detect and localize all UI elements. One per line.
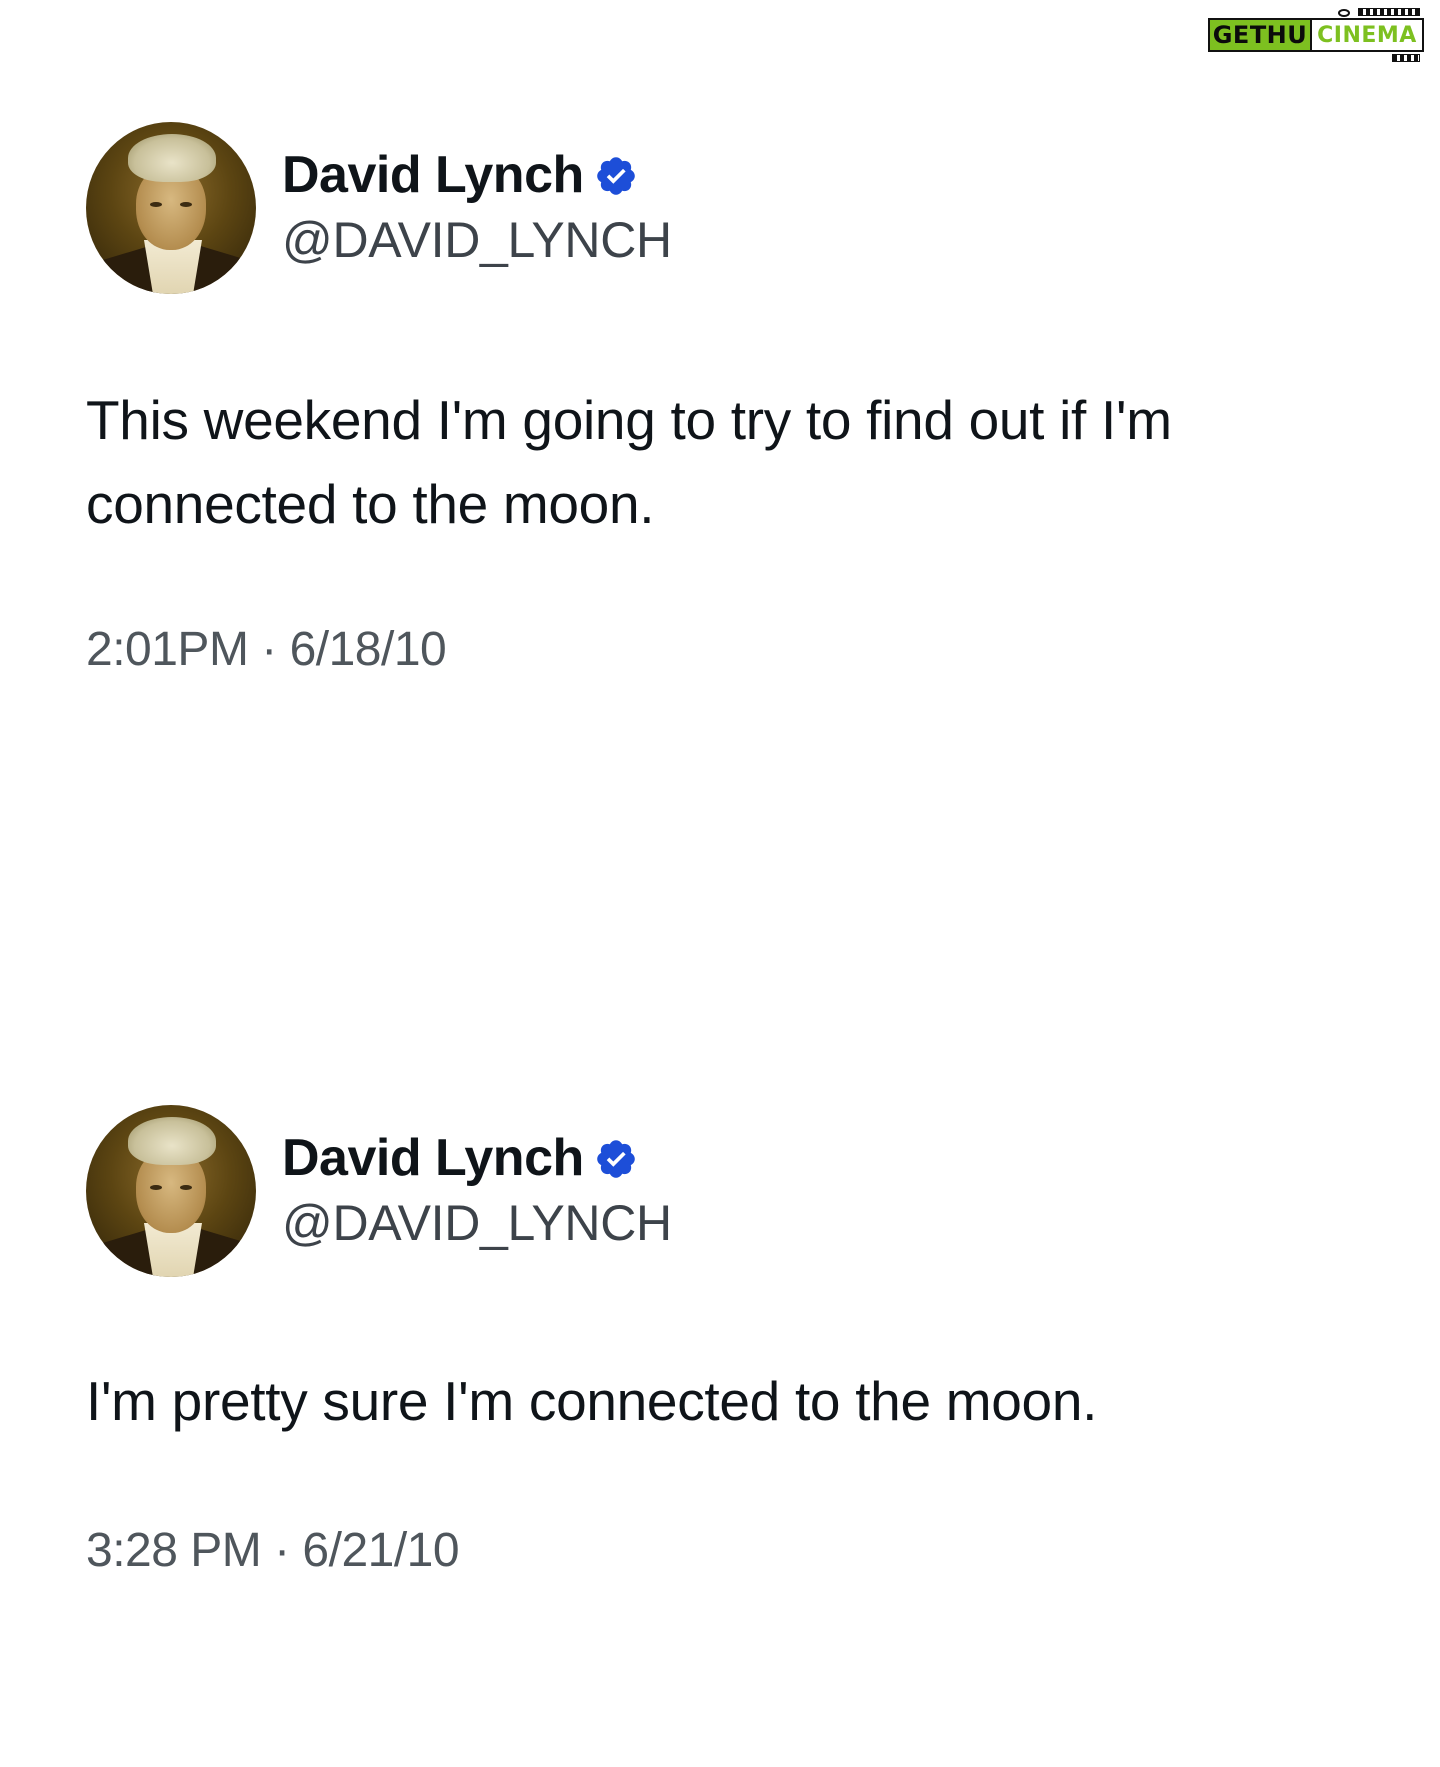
tweet-header: David Lynch @DAVID_LYNCH <box>86 122 1386 294</box>
user-info: David Lynch @DAVID_LYNCH <box>282 146 672 270</box>
watermark-left-text: GETHU <box>1208 18 1312 52</box>
avatar[interactable] <box>86 122 256 294</box>
film-strip-icon <box>1392 54 1420 62</box>
display-name[interactable]: David Lynch <box>282 146 584 206</box>
watermark-right-text: CINEMA <box>1310 18 1424 52</box>
display-name[interactable]: David Lynch <box>282 1129 584 1189</box>
tweet-text: This weekend I'm going to try to find ou… <box>86 389 1172 535</box>
timestamp[interactable]: 3:28 PM · 6/21/10 <box>86 1523 1386 1578</box>
timestamp[interactable]: 2:01PM · 6/18/10 <box>86 622 1386 677</box>
tweet[interactable]: David Lynch @DAVID_LYNCH This weekend I'… <box>86 122 1386 677</box>
user-info: David Lynch @DAVID_LYNCH <box>282 1129 672 1253</box>
name-row: David Lynch <box>282 146 672 206</box>
handle[interactable]: @DAVID_LYNCH <box>282 210 672 270</box>
film-strip-icon <box>1358 8 1420 16</box>
verified-badge-icon <box>596 1140 635 1178</box>
verified-badge-icon <box>596 157 635 195</box>
tweet-header: David Lynch @DAVID_LYNCH <box>86 1105 1386 1277</box>
camera-icon <box>1338 9 1350 17</box>
avatar[interactable] <box>86 1105 256 1277</box>
tweet[interactable]: David Lynch @DAVID_LYNCH I'm pretty sure… <box>86 1105 1386 1578</box>
name-row: David Lynch <box>282 1129 672 1189</box>
handle[interactable]: @DAVID_LYNCH <box>282 1193 672 1253</box>
tweet-text: I'm pretty sure I'm connected to the moo… <box>86 1370 1098 1432</box>
watermark-logo: GETHU CINEMA <box>1208 8 1424 62</box>
